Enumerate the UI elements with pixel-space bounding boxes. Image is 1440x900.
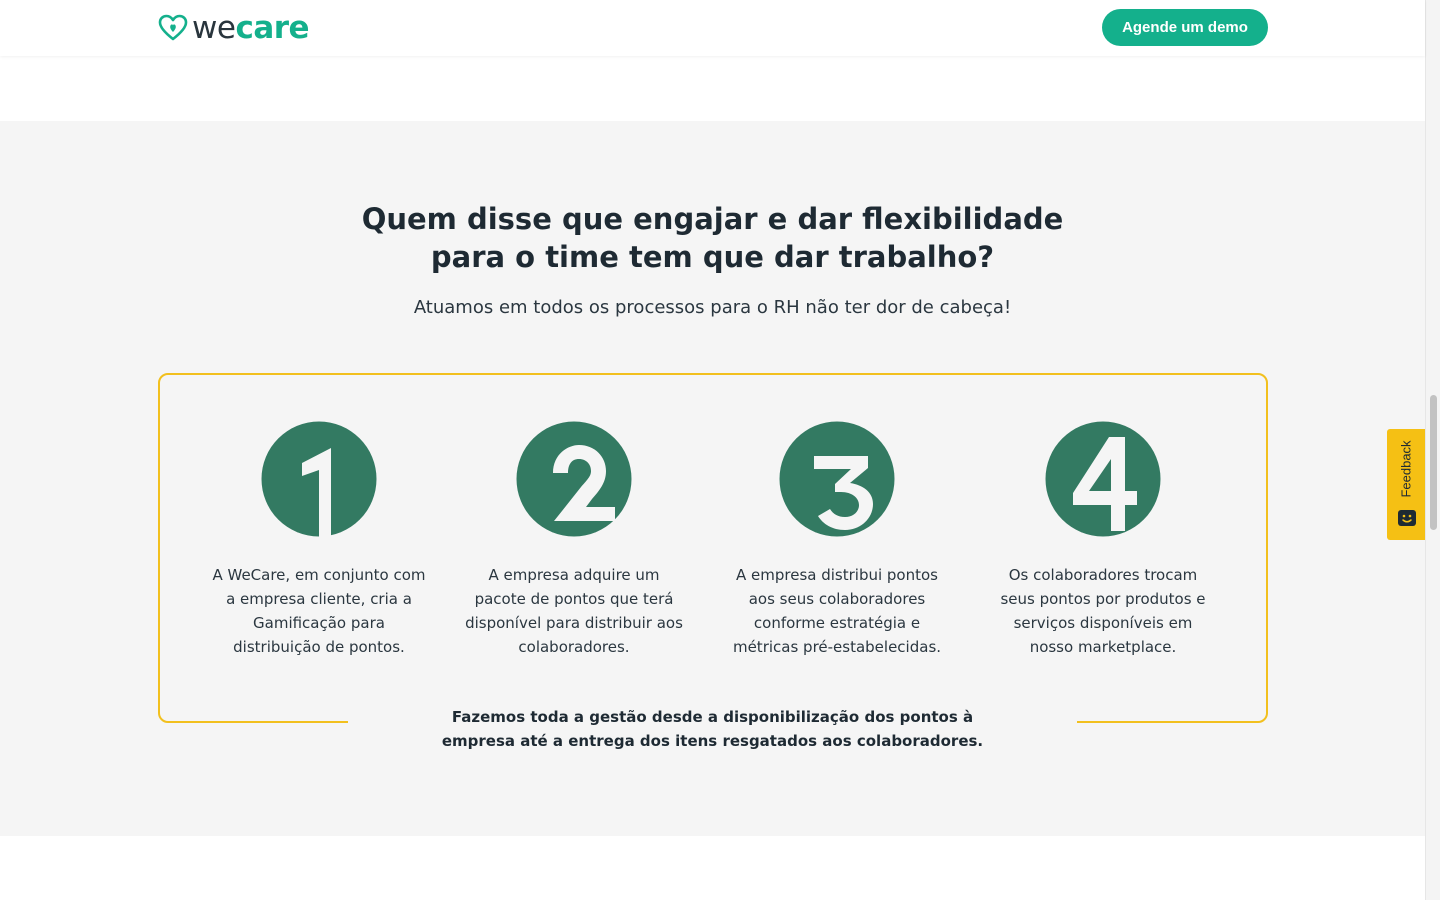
step-2-text: A empresa adquire um pacote de pontos qu… (465, 566, 683, 656)
number-4-icon (1045, 421, 1161, 537)
number-1-icon (261, 421, 377, 537)
step-1: A WeCare, em conjunto com a empresa clie… (209, 421, 429, 659)
number-3-icon (779, 421, 895, 537)
feedback-label: Feedback (1398, 440, 1414, 498)
site-header: we care Agende um demo (0, 0, 1425, 56)
section-title: Quem disse que engajar e dar flexibilida… (0, 200, 1425, 276)
logo-text-we: we (192, 10, 236, 46)
smiley-icon (1398, 510, 1416, 526)
section-title-line-1: Quem disse que engajar e dar flexibilida… (361, 202, 1064, 236)
section-title-line-2: para o time tem que dar trabalho? (430, 240, 995, 274)
step-3-text: A empresa distribui pontos aos seus cola… (732, 566, 942, 656)
heart-logo-icon (158, 14, 188, 41)
page: we care Agende um demo Quem disse que eng… (0, 0, 1425, 900)
step-4-text: Os colaboradores trocam seus pontos por … (1000, 566, 1206, 656)
step-4: Os colaboradores trocam seus pontos por … (993, 421, 1213, 659)
schedule-demo-button[interactable]: Agende um demo (1102, 9, 1268, 46)
section-subtitle: Atuamos em todos os processos para o RH … (413, 297, 1012, 318)
logo-text-care: care (235, 10, 310, 46)
scrollbar-thumb[interactable] (1430, 395, 1437, 530)
wecare-logo[interactable]: we care (158, 10, 310, 46)
feedback-tab[interactable]: Feedback (1387, 429, 1425, 540)
step-1-text: A WeCare, em conjunto com a empresa clie… (212, 566, 426, 656)
step-2: A empresa adquire um pacote de pontos qu… (464, 421, 684, 659)
step-3: A empresa distribui pontos aos seus cola… (727, 421, 947, 659)
management-note: Fazemos toda a gestão desde a disponibil… (441, 708, 984, 750)
number-2-icon (516, 421, 632, 537)
how-it-works-section: Quem disse que engajar e dar flexibilida… (0, 121, 1425, 836)
page-scrollbar[interactable] (1425, 0, 1440, 900)
